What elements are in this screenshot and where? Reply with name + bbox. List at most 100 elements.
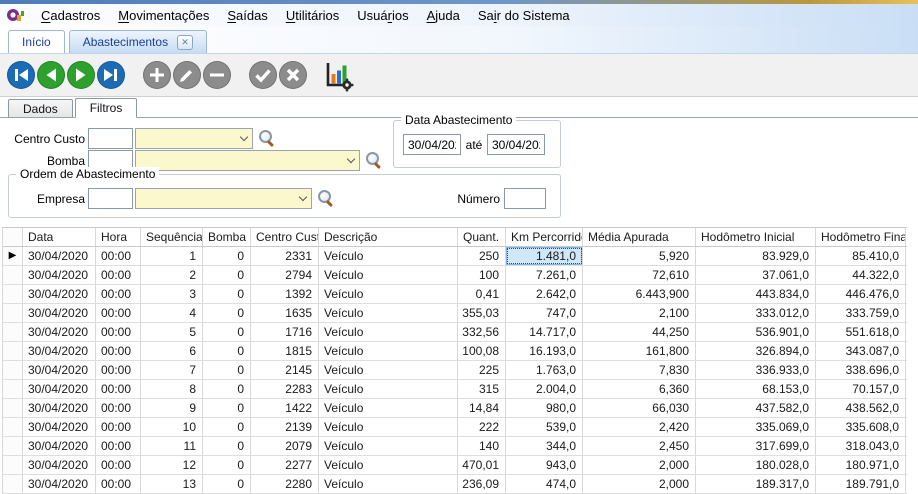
row-selector-cell[interactable] — [3, 304, 23, 322]
grid-cell[interactable]: 00:00 — [96, 304, 141, 322]
view-tab-filtros[interactable]: Filtros — [75, 98, 138, 118]
grid-cell[interactable]: 00:00 — [96, 475, 141, 493]
empresa-code-input[interactable] — [88, 188, 133, 209]
grid-cell[interactable]: 44.322,0 — [816, 266, 906, 284]
grid-cell[interactable]: 189.791,0 — [816, 475, 906, 493]
grid-cell[interactable]: 0 — [203, 304, 251, 322]
grid-column-header-hodometro-final[interactable]: Hodômetro Final — [816, 228, 906, 246]
report-chart-button[interactable] — [319, 57, 355, 93]
row-selector-cell[interactable] — [3, 266, 23, 284]
grid-column-header-km-percorrido[interactable]: Km Percorrido — [506, 228, 583, 246]
grid-cell[interactable]: 443.834,0 — [696, 285, 816, 303]
grid-cell[interactable]: 189.317,0 — [696, 475, 816, 493]
grid-cell[interactable]: 00:00 — [96, 285, 141, 303]
grid-cell[interactable]: 0 — [203, 475, 251, 493]
grid-cell[interactable]: 6,360 — [583, 380, 696, 398]
grid-column-header-descricao[interactable]: Descrição — [319, 228, 458, 246]
grid-cell[interactable]: 539,0 — [506, 418, 583, 436]
grid-cell[interactable]: 180.028,0 — [696, 456, 816, 474]
grid-cell[interactable]: 6.443,900 — [583, 285, 696, 303]
grid-cell[interactable]: 30/04/2020 — [23, 418, 96, 436]
nav-next-button[interactable] — [67, 61, 95, 89]
grid-cell[interactable]: 2,000 — [583, 456, 696, 474]
tab-inicio[interactable]: Início — [8, 30, 65, 53]
grid-cell[interactable]: 2280 — [251, 475, 319, 493]
row-selector-cell[interactable] — [3, 285, 23, 303]
grid-cell[interactable]: Veículo — [319, 437, 458, 455]
grid-cell[interactable]: 438.562,0 — [816, 399, 906, 417]
empresa-search-icon[interactable] — [318, 190, 335, 207]
grid-cell[interactable]: 338.696,0 — [816, 361, 906, 379]
grid-cell[interactable]: 7.261,0 — [506, 266, 583, 284]
grid-cell[interactable]: Veículo — [319, 342, 458, 360]
grid-cell[interactable]: 2,100 — [583, 304, 696, 322]
confirm-button[interactable] — [249, 61, 277, 89]
row-selector-cell[interactable] — [3, 323, 23, 341]
grid-cell[interactable]: 12 — [141, 456, 203, 474]
grid-cell[interactable]: Veículo — [319, 456, 458, 474]
grid-cell[interactable]: 140 — [458, 437, 506, 455]
grid-cell[interactable]: 318.043,0 — [816, 437, 906, 455]
menu-item-utilitarios[interactable]: Utilitários — [277, 6, 348, 25]
grid-cell[interactable]: 551.618,0 — [816, 323, 906, 341]
tab-close-icon[interactable]: ✕ — [177, 35, 193, 50]
grid-cell[interactable]: Veículo — [319, 285, 458, 303]
grid-cell[interactable]: 2 — [141, 266, 203, 284]
grid-cell[interactable]: 225 — [458, 361, 506, 379]
tab-abastecimentos[interactable]: Abastecimentos✕ — [69, 30, 207, 53]
grid-cell[interactable]: 30/04/2020 — [23, 475, 96, 493]
bomba-search-icon[interactable] — [366, 152, 383, 169]
grid-cell[interactable]: Veículo — [319, 304, 458, 322]
grid-cell[interactable]: 0 — [203, 380, 251, 398]
grid-cell[interactable]: 00:00 — [96, 323, 141, 341]
grid-cell[interactable]: 30/04/2020 — [23, 361, 96, 379]
grid-cell[interactable]: 161,800 — [583, 342, 696, 360]
grid-cell[interactable]: 747,0 — [506, 304, 583, 322]
grid-cell[interactable]: 943,0 — [506, 456, 583, 474]
grid-cell[interactable]: 333.759,0 — [816, 304, 906, 322]
grid-cell[interactable]: 333.012,0 — [696, 304, 816, 322]
grid-cell[interactable]: 1 — [141, 247, 203, 265]
grid-cell[interactable]: 00:00 — [96, 380, 141, 398]
nav-first-button[interactable] — [7, 61, 35, 89]
grid-cell[interactable]: 4 — [141, 304, 203, 322]
grid-cell[interactable]: 0 — [203, 399, 251, 417]
grid-cell[interactable]: 343.087,0 — [816, 342, 906, 360]
grid-cell[interactable]: 0 — [203, 456, 251, 474]
grid-cell[interactable]: Veículo — [319, 247, 458, 265]
grid-cell[interactable]: 30/04/2020 — [23, 342, 96, 360]
grid-cell[interactable]: 2,450 — [583, 437, 696, 455]
grid-cell[interactable]: 30/04/2020 — [23, 437, 96, 455]
grid-cell[interactable]: 00:00 — [96, 342, 141, 360]
grid-cell[interactable]: 6 — [141, 342, 203, 360]
grid-cell[interactable]: 0 — [203, 323, 251, 341]
grid-cell[interactable]: 100,08 — [458, 342, 506, 360]
delete-record-button[interactable] — [203, 61, 231, 89]
grid-column-header-sequencia[interactable]: Sequência — [141, 228, 203, 246]
grid-cell[interactable]: 1635 — [251, 304, 319, 322]
row-selector-cell[interactable] — [3, 456, 23, 474]
row-selector-cell[interactable]: ▶ — [3, 247, 23, 265]
grid-cell[interactable]: 30/04/2020 — [23, 247, 96, 265]
grid-cell[interactable]: 344,0 — [506, 437, 583, 455]
bomba-combo[interactable] — [135, 150, 360, 171]
grid-cell[interactable]: 2079 — [251, 437, 319, 455]
grid-column-header-media-apurada[interactable]: Média Apurada — [583, 228, 696, 246]
row-selector-cell[interactable] — [3, 475, 23, 493]
grid-cell[interactable]: 980,0 — [506, 399, 583, 417]
grid-cell[interactable]: 446.476,0 — [816, 285, 906, 303]
grid-cell[interactable]: 7,830 — [583, 361, 696, 379]
grid-column-header-quant-[interactable]: Quant. — [458, 228, 506, 246]
grid-cell[interactable]: Veículo — [319, 399, 458, 417]
grid-cell[interactable]: 14.717,0 — [506, 323, 583, 341]
grid-cell[interactable]: 44,250 — [583, 323, 696, 341]
grid-cell[interactable]: 30/04/2020 — [23, 380, 96, 398]
row-selector-cell[interactable] — [3, 437, 23, 455]
grid-cell[interactable]: 2139 — [251, 418, 319, 436]
grid-cell[interactable]: 14,84 — [458, 399, 506, 417]
centro-custo-code-input[interactable] — [88, 128, 133, 149]
grid-cell[interactable]: 68.153,0 — [696, 380, 816, 398]
date-to-input[interactable] — [487, 134, 545, 155]
edit-record-button[interactable] — [173, 61, 201, 89]
grid-cell[interactable]: 222 — [458, 418, 506, 436]
